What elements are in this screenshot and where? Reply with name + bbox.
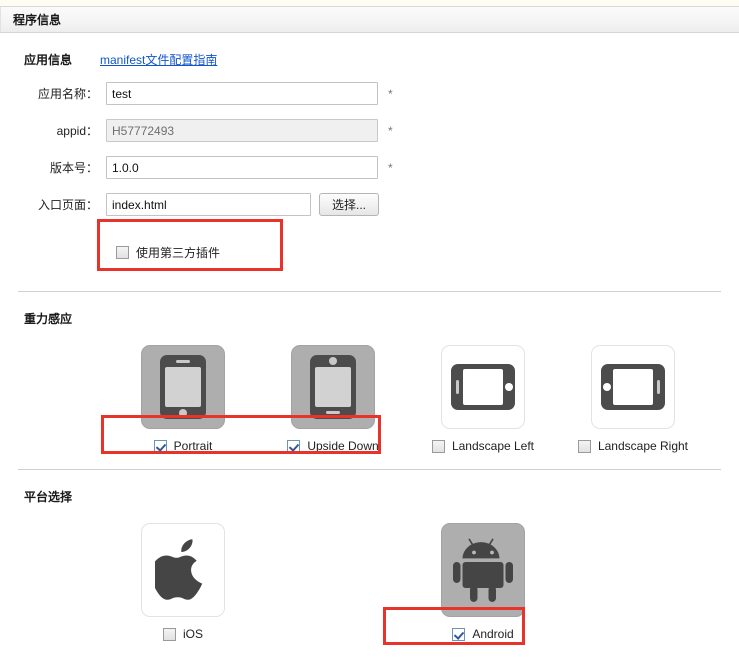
ios-tile[interactable] [141, 523, 225, 617]
version-required-mark: * [388, 160, 393, 175]
apple-logo-icon [155, 539, 203, 600]
app-name-label: 应用名称： [37, 87, 98, 101]
app-info-section: 应用信息 manifest文件配置指南 应用名称： * appid： * 版本号… [0, 33, 739, 291]
app-info-header: 应用信息 manifest文件配置指南 [24, 33, 739, 82]
landscape-left-label: Landscape Left [451, 439, 535, 453]
phone-portrait-icon [160, 355, 206, 419]
platform-option-ios[interactable]: iOS [108, 523, 258, 641]
window-top-strip [0, 0, 739, 7]
android-checkbox[interactable] [452, 627, 466, 641]
appid-required-mark: * [388, 123, 393, 138]
ios-checkbox[interactable] [162, 627, 176, 641]
platform-section-title: 平台选择 [24, 490, 73, 504]
field-row-appid: appid： * [24, 119, 739, 142]
app-name-required-mark: * [388, 86, 393, 101]
android-robot-icon [453, 538, 513, 602]
platform-section: 平台选择 iOS Android [0, 470, 739, 641]
portrait-tile[interactable] [141, 345, 225, 429]
landscape-right-label: Landscape Right [597, 439, 689, 453]
version-input[interactable] [106, 156, 378, 179]
landscape-right-tile[interactable] [591, 345, 675, 429]
portrait-checkbox[interactable] [153, 439, 167, 453]
portrait-label: Portrait [173, 439, 213, 453]
platform-option-android[interactable]: Android [408, 523, 558, 641]
third-party-plugin-block: 使用第三方插件 [104, 230, 284, 275]
appid-input [106, 119, 378, 142]
android-label: Android [472, 627, 514, 641]
android-checkbox-row[interactable]: Android [452, 627, 514, 641]
phone-landscape-right-icon [601, 364, 665, 410]
app-info-bottom-spacer [24, 275, 739, 291]
landscape-left-checkbox[interactable] [431, 439, 445, 453]
phone-upside-down-icon [310, 355, 356, 419]
landscape-right-checkbox-row[interactable]: Landscape Right [577, 439, 689, 453]
platform-options: iOS Android [24, 523, 739, 641]
android-tile[interactable] [441, 523, 525, 617]
orientation-options: Portrait Upside Down Landscape Left Land… [24, 345, 739, 453]
landscape-left-caption: Landscape Left [431, 439, 535, 453]
ios-caption: iOS [162, 627, 203, 641]
android-caption: Android [452, 627, 514, 641]
entry-page-label: 入口页面： [37, 198, 98, 212]
third-party-plugin-label: 使用第三方插件 [136, 246, 221, 260]
upside-down-label: Upside Down [307, 439, 379, 453]
field-row-app-name: 应用名称： * [24, 82, 739, 105]
portrait-caption: Portrait [153, 439, 213, 453]
orientation-option-portrait[interactable]: Portrait [108, 345, 258, 453]
ios-label: iOS [182, 627, 203, 641]
manifest-guide-link[interactable]: manifest文件配置指南 [100, 51, 217, 68]
gravity-section: 重力感应 Portrait Upside Down Landscape Left… [0, 292, 739, 469]
choose-file-button[interactable]: 选择... [319, 193, 380, 216]
landscape-right-caption: Landscape Right [577, 439, 689, 453]
third-party-plugin-checkbox-row[interactable]: 使用第三方插件 [116, 244, 220, 261]
orientation-option-landscape-right[interactable]: Landscape Right [558, 345, 708, 453]
appid-label: appid： [56, 124, 98, 138]
entry-page-input[interactable] [106, 193, 311, 216]
third-party-plugin-checkbox[interactable] [116, 246, 129, 259]
orientation-option-landscape-left[interactable]: Landscape Left [408, 345, 558, 453]
gravity-section-title: 重力感应 [24, 312, 73, 326]
upside-down-checkbox[interactable] [287, 439, 301, 453]
app-name-input[interactable] [106, 82, 378, 105]
field-row-entry-page: 入口页面： 选择... [24, 193, 739, 216]
app-info-title: 应用信息 [24, 53, 73, 67]
upside-down-caption: Upside Down [287, 439, 379, 453]
landscape-left-tile[interactable] [441, 345, 525, 429]
orientation-option-upside-down[interactable]: Upside Down [258, 345, 408, 453]
landscape-left-checkbox-row[interactable]: Landscape Left [431, 439, 535, 453]
field-row-version: 版本号： * [24, 156, 739, 179]
page-title: 程序信息 [13, 13, 62, 27]
upside-down-checkbox-row[interactable]: Upside Down [287, 439, 379, 453]
panel-header: 程序信息 [0, 7, 739, 33]
phone-landscape-left-icon [451, 364, 515, 410]
ios-checkbox-row[interactable]: iOS [162, 627, 203, 641]
platform-spacer-cell [258, 523, 408, 641]
upside-down-tile[interactable] [291, 345, 375, 429]
version-label: 版本号： [49, 161, 98, 175]
landscape-right-checkbox[interactable] [577, 439, 591, 453]
gravity-bottom-spacer [24, 453, 739, 469]
portrait-checkbox-row[interactable]: Portrait [153, 439, 213, 453]
